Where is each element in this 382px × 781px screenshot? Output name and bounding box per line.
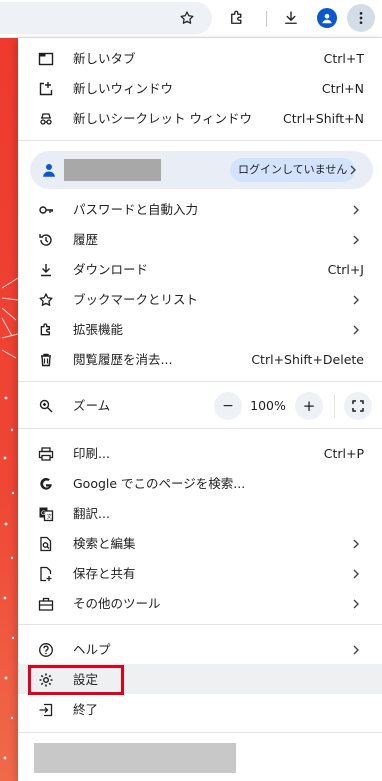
google-search-label: Google でこのページを検索...: [73, 476, 246, 491]
new-tab-icon: [38, 51, 54, 67]
minus-icon: −: [222, 398, 234, 414]
search-edit-label: 検索と編集: [73, 536, 136, 551]
profile-row[interactable]: ログインしていません: [30, 151, 373, 189]
new-incognito-label: 新しいシークレット ウィンドウ: [73, 111, 252, 126]
help-label: ヘルプ: [73, 642, 111, 657]
chevron-right-icon: [350, 165, 356, 175]
menu-item-zoom: ズーム: [18, 391, 382, 421]
new-tab-label: 新しいタブ: [73, 51, 136, 66]
chevron-right-icon: [353, 599, 359, 609]
history-label: 履歴: [73, 232, 99, 247]
menu-item-translate[interactable]: G文 翻訳...: [18, 499, 382, 529]
translate-label: 翻訳...: [73, 506, 110, 521]
extensions-puzzle-icon[interactable]: [224, 5, 250, 31]
print-shortcut: Ctrl+P: [323, 446, 364, 461]
zoom-separator: [334, 394, 335, 418]
bookmark-star-icon[interactable]: [174, 5, 200, 31]
exit-label: 終了: [73, 702, 99, 717]
key-icon: [38, 202, 54, 218]
downloads-shortcut: Ctrl+J: [327, 262, 364, 277]
menu-divider: [18, 732, 382, 733]
menu-item-print[interactable]: 印刷... Ctrl+P: [18, 439, 382, 469]
new-window-icon: [38, 81, 54, 97]
menu-item-exit[interactable]: 終了: [18, 695, 382, 725]
plus-icon: +: [302, 396, 316, 415]
translate-icon: G文: [38, 506, 54, 522]
menu-divider: [18, 381, 382, 382]
settings-highlight-frame: [28, 665, 124, 695]
clear-data-label: 閲覧履歴を消去...: [73, 352, 173, 367]
google-g-icon: [38, 476, 54, 492]
help-circle-icon: [38, 642, 54, 658]
menu-item-more-tools[interactable]: その他のツール: [18, 589, 382, 619]
star-icon: [38, 292, 54, 308]
new-window-shortcut: Ctrl+N: [321, 81, 364, 96]
zoom-label: ズーム: [73, 398, 111, 413]
menu-item-new-incognito[interactable]: 新しいシークレット ウィンドウ Ctrl+Shift+N: [18, 104, 382, 134]
profile-person-icon: [40, 161, 58, 179]
puzzle-icon: [38, 322, 54, 338]
menu-divider: [18, 140, 382, 141]
chevron-right-icon: [353, 205, 359, 215]
save-share-icon: [38, 566, 54, 582]
toolbox-icon: [38, 596, 54, 612]
menu-item-passwords[interactable]: パスワードと自動入力: [18, 195, 382, 225]
new-window-label: 新しいウィンドウ: [73, 81, 174, 96]
history-icon: [38, 232, 54, 248]
menu-item-bookmarks[interactable]: ブックマークとリスト: [18, 285, 382, 315]
kebab-menu-icon[interactable]: [347, 4, 375, 32]
menu-item-downloads[interactable]: ダウンロード Ctrl+J: [18, 255, 382, 285]
menu-item-history[interactable]: 履歴: [18, 225, 382, 255]
fullscreen-button[interactable]: [344, 392, 372, 420]
search-page-icon: [38, 536, 54, 552]
extensions-label: 拡張機能: [73, 322, 124, 337]
menu-item-help[interactable]: ヘルプ: [18, 635, 382, 665]
chevron-right-icon: [353, 295, 359, 305]
zoom-magnifier-icon: [38, 398, 54, 414]
zoom-out-button[interactable]: −: [214, 392, 242, 420]
save-share-label: 保存と共有: [73, 566, 136, 581]
menu-item-new-tab[interactable]: 新しいタブ Ctrl+T: [18, 44, 382, 74]
download-icon: [38, 262, 54, 278]
browser-toolbar: [0, 0, 382, 38]
print-label: 印刷...: [73, 446, 110, 461]
menu-item-save-share[interactable]: 保存と共有: [18, 559, 382, 589]
passwords-label: パスワードと自動入力: [73, 202, 199, 217]
chevron-right-icon: [353, 235, 359, 245]
signin-status-badge: ログインしていません: [230, 158, 356, 182]
printer-icon: [38, 446, 54, 462]
menu-divider: [18, 624, 382, 625]
zoom-in-button[interactable]: +: [295, 392, 323, 420]
menu-item-new-window[interactable]: 新しいウィンドウ Ctrl+N: [18, 74, 382, 104]
menu-item-search-edit[interactable]: 検索と編集: [18, 529, 382, 559]
clear-data-shortcut: Ctrl+Shift+Delete: [251, 352, 364, 367]
download-icon[interactable]: [278, 5, 304, 31]
menu-item-extensions[interactable]: 拡張機能: [18, 315, 382, 345]
chevron-right-icon: [353, 539, 359, 549]
chevron-right-icon: [353, 325, 359, 335]
menu-item-google-search[interactable]: Google でこのページを検索...: [18, 469, 382, 499]
chevron-right-icon: [353, 569, 359, 579]
more-tools-label: その他のツール: [73, 596, 161, 611]
zoom-level-value: 100%: [250, 398, 286, 413]
fullscreen-icon: [352, 400, 364, 412]
chevron-right-icon: [353, 645, 359, 655]
trash-icon: [38, 352, 54, 368]
menu-item-clear-data[interactable]: 閲覧履歴を消去... Ctrl+Shift+Delete: [18, 345, 382, 375]
svg-text:G: G: [41, 510, 46, 517]
managed-by-redacted: [34, 743, 236, 773]
svg-text:文: 文: [47, 513, 53, 521]
new-tab-shortcut: Ctrl+T: [323, 51, 364, 66]
exit-icon: [38, 702, 54, 718]
incognito-icon: [38, 111, 54, 127]
bookmarks-label: ブックマークとリスト: [73, 292, 199, 307]
downloads-label: ダウンロード: [73, 262, 149, 277]
new-incognito-shortcut: Ctrl+Shift+N: [283, 111, 364, 126]
profile-name-redacted: [64, 159, 161, 181]
menu-divider: [18, 428, 382, 429]
screen: 新しいタブ Ctrl+T 新しいウィンドウ Ctrl+N 新しいシークレット ウ…: [0, 0, 382, 781]
chrome-main-menu: 新しいタブ Ctrl+T 新しいウィンドウ Ctrl+N 新しいシークレット ウ…: [18, 38, 382, 781]
toolbar-separator: [266, 11, 267, 27]
profile-avatar[interactable]: [314, 5, 340, 31]
